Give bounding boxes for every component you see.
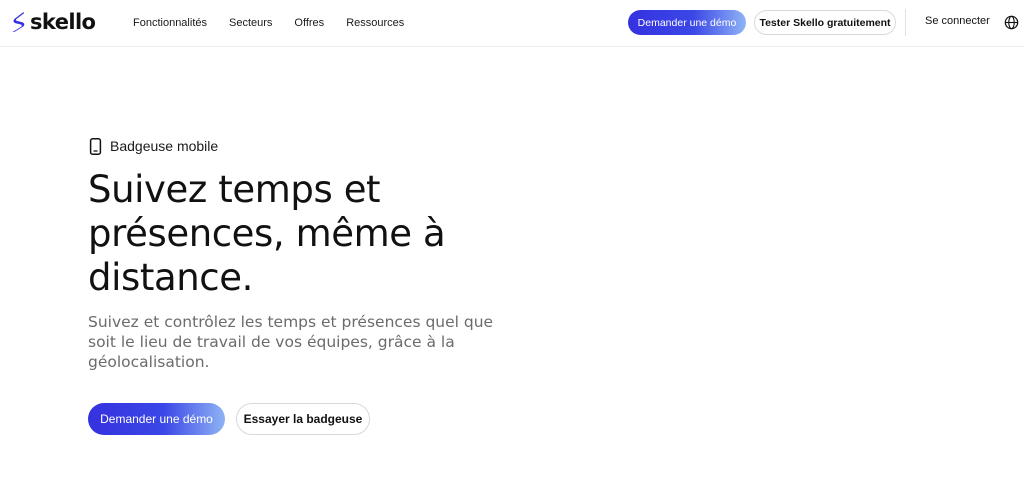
hero-subtitle: Suivez et contrôlez les temps et présenc… bbox=[88, 313, 494, 371]
header-demo-button[interactable]: Demander une démo bbox=[628, 10, 746, 35]
hero-title: Suivez temps et présences, même à distan… bbox=[88, 168, 446, 299]
header-divider bbox=[905, 9, 906, 36]
main-navigation: Fonctionnalités Secteurs Offres Ressourc… bbox=[133, 0, 426, 46]
hero-try-badge-button[interactable]: Essayer la badgeuse bbox=[236, 403, 370, 435]
header-try-free-button[interactable]: Tester Skello gratuitement bbox=[754, 10, 896, 35]
site-header: skello Fonctionnalités Secteurs Offres R… bbox=[0, 0, 1024, 47]
skello-logo[interactable]: skello bbox=[11, 10, 96, 34]
nav-item-fonctionnalites[interactable]: Fonctionnalités bbox=[133, 17, 207, 29]
logo-wordmark: skello bbox=[30, 10, 96, 34]
skello-logo-icon bbox=[12, 12, 25, 32]
nav-item-ressources[interactable]: Ressources bbox=[346, 17, 404, 29]
login-link[interactable]: Se connecter bbox=[925, 15, 990, 27]
hero-eyebrow: Badgeuse mobile bbox=[89, 136, 218, 156]
nav-item-offres[interactable]: Offres bbox=[294, 17, 324, 29]
hero-demo-button[interactable]: Demander une démo bbox=[88, 403, 225, 435]
nav-item-secteurs[interactable]: Secteurs bbox=[229, 17, 272, 29]
smartphone-icon bbox=[89, 137, 102, 155]
hero-eyebrow-label: Badgeuse mobile bbox=[110, 138, 219, 154]
globe-icon[interactable] bbox=[1004, 15, 1019, 30]
